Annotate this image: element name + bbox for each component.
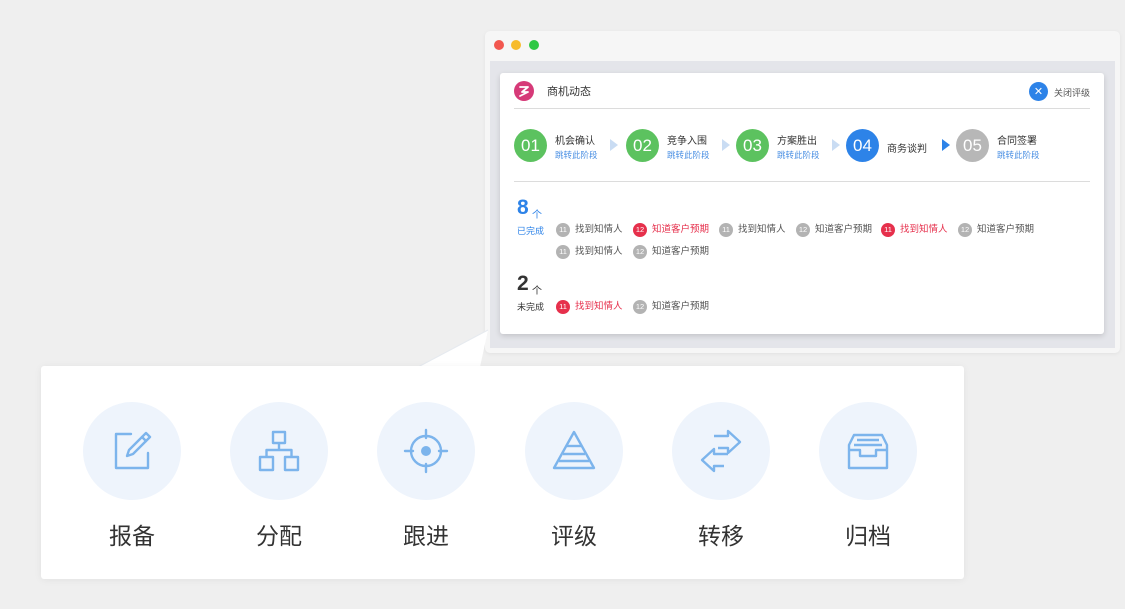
incomplete-count: 2 <box>517 272 529 295</box>
feature-report[interactable]: 报备 <box>83 402 181 552</box>
feature-label: 报备 <box>109 524 155 550</box>
stage-arrow-icon <box>832 139 840 151</box>
jump-to-stage-link[interactable]: 跳转此阶段 <box>777 149 820 161</box>
stage-number: 04 <box>846 129 879 162</box>
feature-label: 归档 <box>845 524 891 550</box>
org-chart-icon <box>230 402 328 500</box>
completed-unit: 个 <box>532 210 542 221</box>
task-badge: 12 <box>958 223 972 237</box>
feature-follow-up[interactable]: 跟进 <box>377 402 475 552</box>
target-icon <box>377 402 475 500</box>
task-name: 找到知情人 <box>900 224 948 235</box>
task-badge: 12 <box>633 245 647 259</box>
task-name: 找到知情人 <box>575 224 623 235</box>
feature-rating[interactable]: 评级 <box>525 402 623 552</box>
window-close-dot[interactable] <box>494 40 504 50</box>
task-name: 知道客户预期 <box>815 224 873 235</box>
task-badge: 12 <box>633 300 647 314</box>
pyramid-icon <box>525 402 623 500</box>
stage-number: 01 <box>514 129 547 162</box>
task-badge: 11 <box>881 223 895 237</box>
task-name: 找到知情人 <box>738 224 786 235</box>
window-minimize-dot[interactable] <box>511 40 521 50</box>
task-name: 知道客户预期 <box>652 224 710 235</box>
feature-archive[interactable]: 归档 <box>819 402 917 552</box>
stage-arrow-icon <box>722 139 730 151</box>
stage-arrow-icon <box>610 139 618 151</box>
task-name: 找到知情人 <box>575 301 623 312</box>
jump-to-stage-link[interactable]: 跳转此阶段 <box>555 149 598 161</box>
task-badge: 12 <box>796 223 810 237</box>
jump-to-stage-link[interactable]: 跳转此阶段 <box>997 149 1040 161</box>
card-title: 商机动态 <box>547 85 591 98</box>
archive-tray-icon <box>819 402 917 500</box>
edit-icon <box>83 402 181 500</box>
task-badge: 11 <box>719 223 733 237</box>
window-maximize-dot[interactable] <box>529 40 539 50</box>
task-name: 知道客户预期 <box>652 301 710 312</box>
task-name: 找到知情人 <box>575 246 623 257</box>
opportunity-card: 商机动态 ✕ 关闭评级 01 机会确认跳转此阶段 02 竞争入围跳转此阶段 03 方案胜出… <box>500 73 1104 334</box>
task-badge: 11 <box>556 223 570 237</box>
feature-label: 分配 <box>256 524 302 550</box>
features-panel: 报备 分配 跟进 评级 转移 归档 <box>41 366 964 579</box>
close-icon[interactable]: ✕ <box>1029 82 1048 101</box>
feature-assign[interactable]: 分配 <box>230 402 328 552</box>
stage-name: 合同签署 <box>997 136 1037 147</box>
feature-label: 转移 <box>698 524 744 550</box>
task-badge: 11 <box>556 245 570 259</box>
completed-count: 8 <box>517 196 529 219</box>
divider <box>514 181 1090 182</box>
task-name: 知道客户预期 <box>652 246 710 257</box>
completed-label: 已完成 <box>517 227 545 237</box>
brand-logo-icon <box>514 81 534 101</box>
stage-number: 03 <box>736 129 769 162</box>
transfer-arrows-icon <box>672 402 770 500</box>
task-badge: 11 <box>556 300 570 314</box>
card-header: 商机动态 ✕ 关闭评级 <box>500 73 1104 109</box>
task-badge: 12 <box>633 223 647 237</box>
close-rating-link[interactable]: 关闭评级 <box>1054 86 1090 99</box>
incomplete-unit: 个 <box>532 286 542 297</box>
feature-label: 评级 <box>551 524 597 550</box>
divider <box>514 108 1090 109</box>
feature-transfer[interactable]: 转移 <box>672 402 770 552</box>
stage-name: 商务谈判 <box>887 144 927 155</box>
stage-name: 竞争入围 <box>667 136 707 147</box>
stage-name: 方案胜出 <box>777 136 817 147</box>
jump-to-stage-link[interactable]: 跳转此阶段 <box>667 149 710 161</box>
stage-arrow-icon <box>942 139 950 151</box>
stage-number: 02 <box>626 129 659 162</box>
task-name: 知道客户预期 <box>977 224 1035 235</box>
stage-number: 05 <box>956 129 989 162</box>
feature-label: 跟进 <box>403 524 449 550</box>
incomplete-label: 未完成 <box>517 303 545 313</box>
stage-name: 机会确认 <box>555 136 595 147</box>
